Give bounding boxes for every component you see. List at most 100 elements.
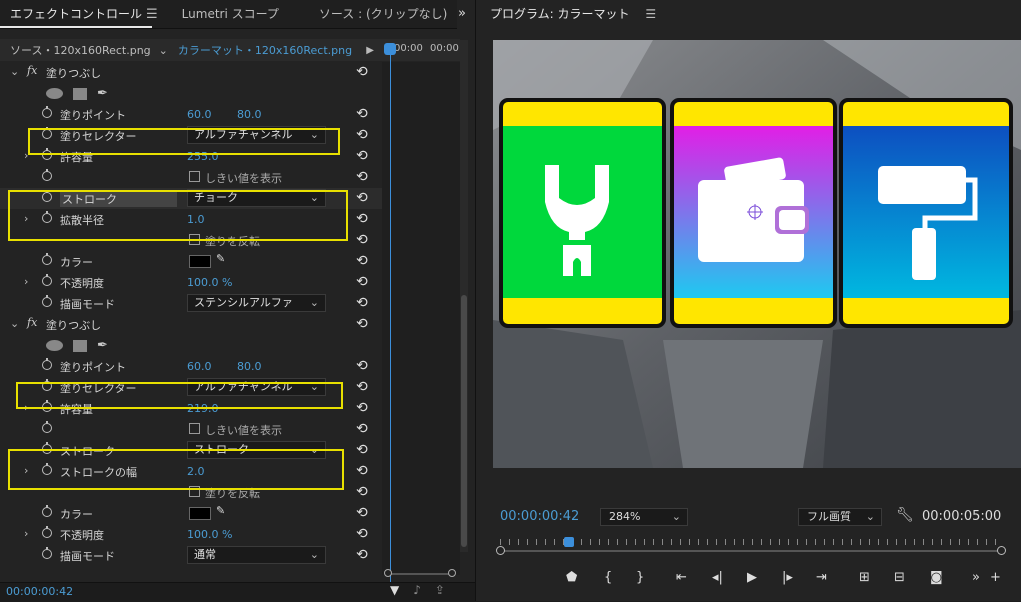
slider-handle-left[interactable] xyxy=(384,569,392,577)
fill-point-x-value[interactable]: 60.0 xyxy=(187,108,212,121)
step-back-icon[interactable]: ◂| xyxy=(712,570,723,585)
mark-in-icon[interactable]: { xyxy=(604,570,612,585)
expand-caret-icon[interactable]: ⌄ xyxy=(10,65,19,78)
rectangle-mask-icon[interactable] xyxy=(73,87,87,100)
tab-effect-controls[interactable]: エフェクトコントロール xyxy=(0,0,153,28)
stopwatch-icon[interactable] xyxy=(42,526,52,538)
reset-icon[interactable]: ⟲ xyxy=(356,127,368,143)
export-icon[interactable]: ⇪ xyxy=(435,583,445,597)
chevron-down-icon[interactable]: ⌄ xyxy=(159,44,168,57)
mark-out-icon[interactable]: } xyxy=(636,570,644,585)
blend-mode-dropdown[interactable]: 通常 ⌄ xyxy=(187,546,326,564)
current-timecode[interactable]: 00:00:00:42 xyxy=(6,585,73,598)
ruler-handle-right[interactable] xyxy=(997,546,1006,555)
add-button-icon[interactable]: + xyxy=(990,570,1001,585)
effect-header-row[interactable]: ⌄ fx 塗りつぶし ⟲ xyxy=(0,62,382,83)
stopwatch-icon[interactable] xyxy=(42,295,52,307)
reset-icon[interactable]: ⟲ xyxy=(356,232,368,248)
expand-caret-icon[interactable]: › xyxy=(24,527,28,540)
ellipse-mask-icon[interactable] xyxy=(46,88,63,99)
hamburger-icon[interactable]: ☰ xyxy=(146,7,158,22)
slider-handle-right[interactable] xyxy=(448,569,456,577)
ruler-handle-left[interactable] xyxy=(496,546,505,555)
tab-lumetri-scopes[interactable]: Lumetri スコープ xyxy=(172,0,289,28)
stopwatch-icon[interactable] xyxy=(42,106,52,118)
clip-label[interactable]: カラーマット・120x160Rect.png xyxy=(178,42,352,58)
program-title[interactable]: プログラム: カラーマット xyxy=(490,7,630,21)
timeline-zoom-slider[interactable] xyxy=(384,569,456,579)
reset-icon[interactable]: ⟲ xyxy=(356,379,368,395)
double-chevron-right-icon[interactable]: » xyxy=(972,570,980,585)
reset-icon[interactable]: ⟲ xyxy=(356,253,368,269)
fx-icon[interactable]: fx xyxy=(27,64,37,77)
audio-icon[interactable]: ♪ xyxy=(413,583,421,597)
stopwatch-icon[interactable] xyxy=(42,274,52,286)
reset-icon[interactable]: ⟲ xyxy=(356,106,368,122)
reset-icon[interactable]: ⟲ xyxy=(356,484,368,500)
reset-icon[interactable]: ⟲ xyxy=(356,358,368,374)
scrollbar-thumb[interactable] xyxy=(461,295,467,547)
reset-icon[interactable]: ⟲ xyxy=(356,463,368,479)
reset-icon[interactable]: ⟲ xyxy=(356,400,368,416)
program-viewer[interactable] xyxy=(493,40,1021,468)
reset-icon[interactable]: ⟲ xyxy=(356,211,368,227)
program-playhead-handle[interactable] xyxy=(564,537,574,547)
color-swatch[interactable] xyxy=(189,507,211,520)
zoom-dropdown[interactable]: 284% ⌄ xyxy=(600,508,688,526)
expand-caret-icon[interactable]: › xyxy=(24,275,28,288)
quality-dropdown[interactable]: フル画質 ⌄ xyxy=(798,508,882,526)
extract-icon[interactable]: ⊟ xyxy=(894,570,905,585)
ellipse-mask-icon[interactable] xyxy=(46,340,63,351)
keyframe-timeline[interactable] xyxy=(382,62,460,575)
step-forward-icon[interactable]: |▸ xyxy=(782,570,793,585)
reset-icon[interactable]: ⟲ xyxy=(356,505,368,521)
reset-icon[interactable]: ⟲ xyxy=(356,274,368,290)
rectangle-mask-icon[interactable] xyxy=(73,339,87,352)
stopwatch-icon[interactable] xyxy=(42,547,52,559)
stopwatch-icon[interactable] xyxy=(42,421,52,433)
reset-icon[interactable]: ⟲ xyxy=(356,295,368,311)
eyedropper-icon[interactable]: ✎ xyxy=(216,504,225,517)
double-chevron-right-icon[interactable]: » xyxy=(458,6,466,21)
playhead-timecode[interactable]: 00:00:00:42 xyxy=(500,509,579,524)
hamburger-icon[interactable]: ☰ xyxy=(645,7,656,21)
reset-icon[interactable]: ⟲ xyxy=(356,316,368,332)
color-swatch[interactable] xyxy=(189,255,211,268)
threshold-checkbox[interactable] xyxy=(189,423,200,434)
playhead-line[interactable] xyxy=(390,43,391,588)
filter-icon[interactable]: ▼ xyxy=(390,583,399,597)
reset-icon[interactable]: ⟲ xyxy=(356,169,368,185)
blend-mode-dropdown[interactable]: ステンシルアルファ ⌄ xyxy=(187,294,326,312)
reset-icon[interactable]: ⟲ xyxy=(356,148,368,164)
program-time-ruler[interactable] xyxy=(496,536,1006,558)
stopwatch-icon[interactable] xyxy=(42,253,52,265)
fill-point-y-value[interactable]: 80.0 xyxy=(237,108,262,121)
effect-header-row[interactable]: ⌄ fx 塗りつぶし ⟲ xyxy=(0,314,382,335)
go-to-out-icon[interactable]: ⇥ xyxy=(816,570,827,585)
reset-icon[interactable]: ⟲ xyxy=(356,190,368,206)
fill-point-x-value[interactable]: 60.0 xyxy=(187,360,212,373)
reset-icon[interactable]: ⟲ xyxy=(356,547,368,563)
reset-icon[interactable]: ⟲ xyxy=(356,442,368,458)
settings-wrench-icon[interactable]: 🔧︎ xyxy=(896,507,914,523)
reset-icon[interactable]: ⟲ xyxy=(356,64,368,80)
opacity-value[interactable]: 100.0 % xyxy=(187,276,232,289)
export-frame-icon[interactable]: ◙ xyxy=(930,570,943,585)
add-marker-icon[interactable]: ⬟ xyxy=(566,570,577,585)
reset-icon[interactable]: ⟲ xyxy=(356,421,368,437)
play-triangle-icon[interactable]: ▶ xyxy=(366,45,382,56)
pen-tool-icon[interactable]: ✒ xyxy=(97,86,108,101)
go-to-in-icon[interactable]: ⇤ xyxy=(676,570,687,585)
pen-tool-icon[interactable]: ✒ xyxy=(97,338,108,353)
tab-source[interactable]: ソース : (クリップなし) xyxy=(309,0,457,28)
threshold-checkbox[interactable] xyxy=(189,171,200,182)
expand-caret-icon[interactable]: ⌄ xyxy=(10,317,19,330)
lift-icon[interactable]: ⊞ xyxy=(859,570,870,585)
reset-icon[interactable]: ⟲ xyxy=(356,526,368,542)
stopwatch-icon[interactable] xyxy=(42,169,52,181)
opacity-value[interactable]: 100.0 % xyxy=(187,528,232,541)
play-icon[interactable]: ▶ xyxy=(747,570,757,585)
fx-icon[interactable]: fx xyxy=(27,316,37,329)
eyedropper-icon[interactable]: ✎ xyxy=(216,252,225,265)
stopwatch-icon[interactable] xyxy=(42,505,52,517)
